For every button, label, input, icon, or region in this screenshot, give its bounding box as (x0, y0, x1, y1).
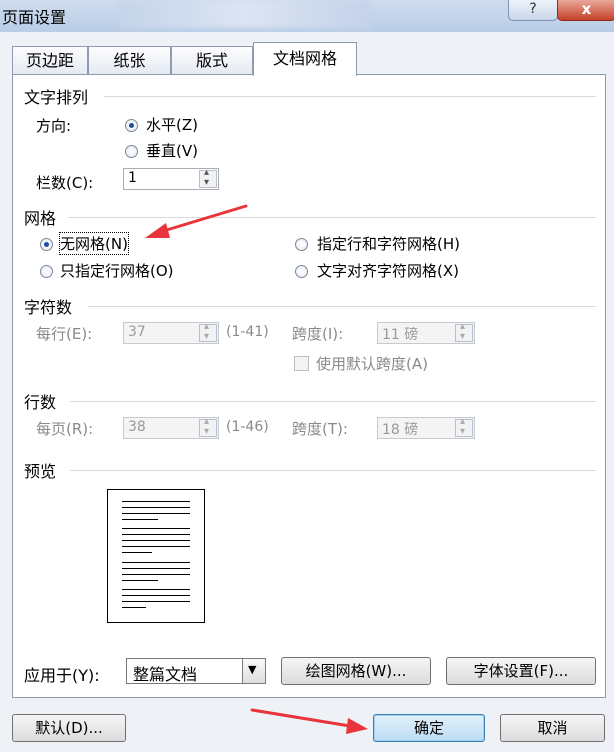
radio-snap-to-char-grid[interactable] (295, 265, 308, 278)
preview-line (122, 589, 190, 590)
preview-line (122, 540, 190, 541)
tab-margins[interactable]: 页边距 (12, 46, 88, 75)
blurred-region (120, 0, 370, 28)
preview-line (122, 562, 190, 563)
line-grid-only-label: 只指定行网格(O) (60, 262, 174, 280)
close-button[interactable]: x (557, 0, 614, 21)
tab-document-grid[interactable]: 文档网格 (253, 42, 357, 76)
divider (70, 470, 596, 471)
section-title-characters: 字符数 (24, 298, 73, 317)
apply-to-label: 应用于(Y): (24, 666, 100, 685)
tab-paper[interactable]: 纸张 (88, 46, 171, 75)
default-button[interactable]: 默认(D)... (12, 714, 126, 742)
help-button[interactable]: ? (508, 0, 558, 21)
columns-label: 栏数(C): (36, 174, 94, 192)
preview-line (122, 601, 190, 602)
divider (88, 306, 596, 307)
section-title-lines: 行数 (24, 393, 57, 412)
radio-line-grid-only[interactable] (40, 265, 53, 278)
preview-line (122, 519, 158, 520)
line-and-char-grid-label: 指定行和字符网格(H) (317, 235, 460, 253)
char-pitch-label: 跨度(I): (292, 325, 344, 343)
chars-per-line-spinner[interactable]: 37 (123, 321, 219, 344)
drawing-grid-button[interactable]: 绘图网格(W)... (281, 657, 431, 685)
page-preview (107, 489, 205, 623)
preview-line (122, 595, 190, 596)
preview-line (122, 546, 190, 547)
apply-to-select[interactable]: 整篇文档 (126, 658, 266, 684)
chars-per-line-label: 每行(E): (36, 325, 93, 343)
divider (68, 217, 596, 218)
section-title-grid: 网格 (24, 209, 57, 228)
ok-button[interactable]: 确定 (373, 714, 485, 742)
font-settings-button[interactable]: 字体设置(F)... (446, 657, 596, 685)
use-default-pitch-checkbox[interactable] (294, 356, 309, 371)
lines-range: (1-46) (226, 419, 269, 435)
line-pitch-label: 跨度(T): (292, 420, 348, 438)
preview-line (122, 513, 190, 514)
char-pitch-spinner[interactable]: 11 磅 (377, 321, 475, 344)
lines-per-page-value: 38 (128, 419, 146, 435)
horizontal-label: 水平(Z) (146, 116, 198, 134)
lines-per-page-label: 每页(R): (36, 420, 94, 438)
preview-line (122, 607, 146, 608)
radio-horizontal[interactable] (125, 119, 138, 132)
line-pitch-spinner[interactable]: 18 磅 (377, 416, 475, 439)
dropdown-arrow-icon[interactable] (242, 659, 265, 683)
direction-label: 方向: (36, 117, 72, 135)
divider (70, 401, 596, 402)
divider (104, 96, 596, 97)
preview-line (122, 507, 190, 508)
radio-no-grid[interactable] (40, 238, 53, 251)
snap-to-char-grid-label: 文字对齐字符网格(X) (317, 262, 459, 280)
columns-spinner[interactable]: 1 (123, 167, 219, 190)
lines-per-page-spinner[interactable]: 38 (123, 416, 219, 439)
spinner-arrows-icon[interactable] (455, 321, 473, 342)
spinner-arrows-icon[interactable] (199, 416, 217, 437)
apply-to-value: 整篇文档 (133, 665, 198, 684)
preview-line (122, 580, 158, 581)
preview-line (122, 552, 152, 553)
char-pitch-value: 11 磅 (382, 327, 419, 343)
section-title-text-direction: 文字排列 (24, 88, 89, 107)
spinner-arrows-icon[interactable] (455, 416, 473, 437)
cancel-button[interactable]: 取消 (500, 714, 605, 742)
preview-line (122, 534, 190, 535)
use-default-pitch-label: 使用默认跨度(A) (316, 355, 428, 373)
preview-line (122, 574, 190, 575)
section-title-preview: 预览 (24, 462, 57, 481)
line-pitch-value: 18 磅 (382, 422, 419, 438)
columns-value: 1 (128, 170, 137, 186)
preview-line (122, 568, 190, 569)
spinner-arrows-icon[interactable] (199, 321, 217, 342)
chars-per-line-value: 37 (128, 324, 146, 340)
preview-line (122, 528, 190, 529)
preview-line (122, 501, 190, 502)
no-grid-label: 无网格(N) (59, 232, 129, 255)
vertical-label: 垂直(V) (146, 142, 198, 160)
chars-range: (1-41) (226, 324, 269, 340)
dialog-title: 页面设置 (2, 8, 67, 27)
radio-line-and-char-grid[interactable] (295, 238, 308, 251)
tab-layout[interactable]: 版式 (171, 46, 253, 75)
tab-panel (12, 74, 606, 698)
radio-vertical[interactable] (125, 145, 138, 158)
spinner-arrows-icon[interactable] (199, 167, 217, 188)
annotation-arrow-ok (250, 708, 368, 734)
